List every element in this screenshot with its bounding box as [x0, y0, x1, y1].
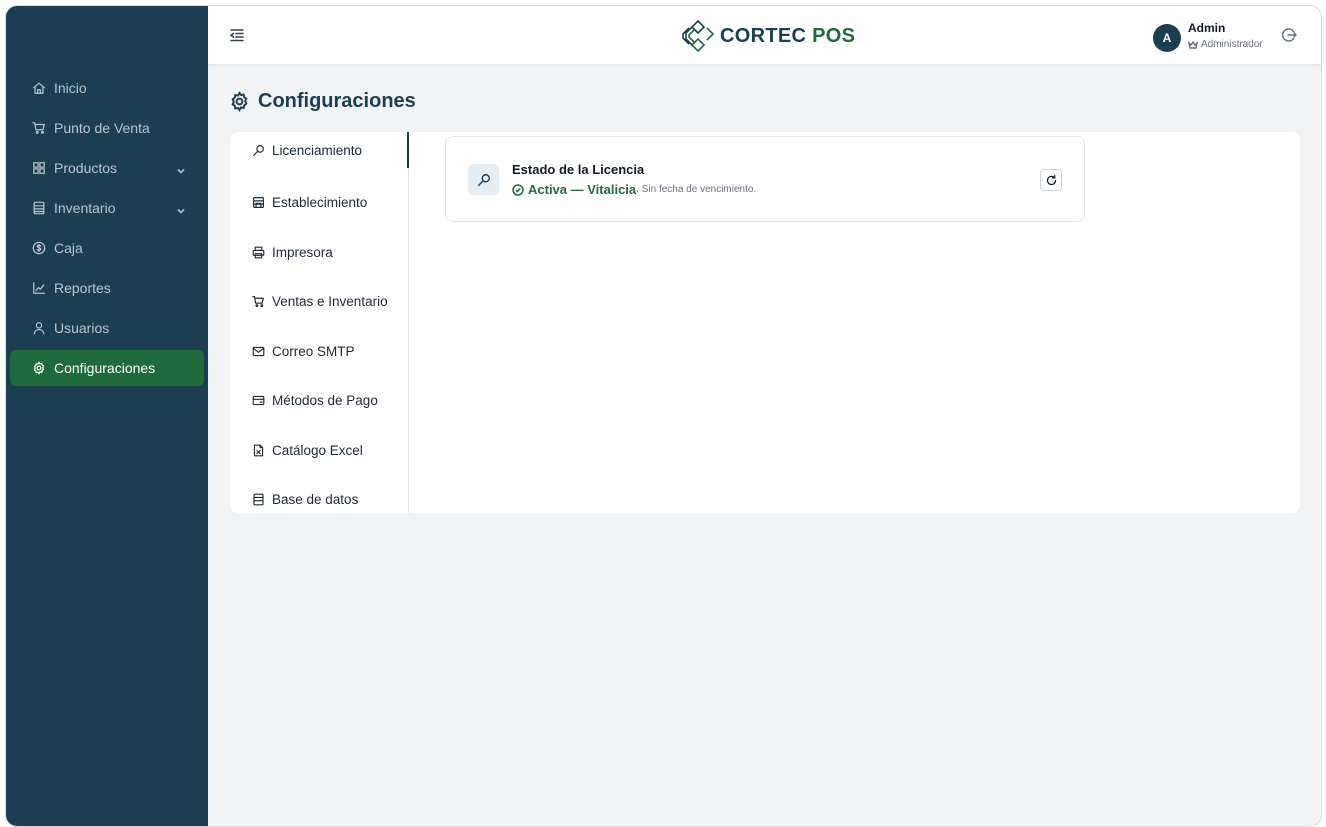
sidebar-item-label: Usuarios: [54, 320, 110, 336]
dollar-circle-icon: [32, 241, 46, 255]
gear-icon: [32, 361, 46, 375]
tab-establecimiento[interactable]: Establecimiento: [230, 178, 408, 228]
database-icon: [252, 493, 265, 506]
page-title-text: Configuraciones: [258, 90, 416, 112]
sidebar-item-caja[interactable]: Caja: [10, 230, 204, 266]
logout-icon: [1281, 28, 1298, 42]
cart-icon: [32, 121, 46, 135]
sidebar-item-label: Inicio: [54, 80, 87, 96]
tab-correo-smtp[interactable]: Correo SMTP: [230, 327, 408, 377]
license-status-card: Estado de la Licencia Activa — Vitalicia…: [445, 136, 1085, 222]
brand-name: CORTEC POS: [720, 25, 855, 48]
excel-file-icon: [252, 444, 265, 457]
user-role: Administrador: [1188, 39, 1263, 50]
license-note: . Sin fecha de vencimiento.: [636, 184, 757, 195]
sidebar-item-usuarios[interactable]: Usuarios: [10, 310, 204, 346]
license-title: Estado de la Licencia: [512, 162, 645, 177]
tab-label: Licenciamiento: [272, 142, 363, 158]
tab-label: Métodos de Pago: [272, 393, 378, 409]
sidebar-item-label: Productos: [54, 160, 118, 176]
sidebar-nav: Inicio Punto de Venta Productos Inventar…: [10, 70, 204, 390]
crown-icon: [1188, 40, 1198, 49]
refresh-icon: [1046, 174, 1056, 185]
credit-card-icon: [252, 394, 265, 407]
store-icon: [252, 196, 265, 209]
brand-logo: CORTEC POS: [680, 18, 855, 54]
tab-label: Catálogo Excel: [272, 442, 363, 458]
cart-icon: [252, 295, 265, 308]
user-icon: [32, 321, 46, 335]
sidebar-item-configuraciones[interactable]: Configuraciones: [10, 350, 204, 386]
sidebar-item-inventario[interactable]: Inventario: [10, 190, 204, 226]
license-badge: [468, 164, 499, 195]
sidebar-item-label: Caja: [54, 240, 83, 256]
top-header: CORTEC POS A Admin Administrador: [208, 6, 1321, 65]
app-window: Inicio Punto de Venta Productos Inventar…: [5, 5, 1322, 827]
sidebar-item-label: Punto de Venta: [54, 120, 150, 136]
gear-icon: [231, 91, 248, 112]
brand-name-part1: CORTEC: [720, 24, 807, 47]
key-icon: [252, 144, 265, 157]
license-status-value: Activa — Vitalicia: [528, 182, 637, 197]
home-icon: [32, 81, 46, 95]
line-chart-icon: [32, 281, 46, 295]
printer-icon: [252, 246, 265, 259]
collapse-menu-icon: [229, 29, 244, 42]
settings-panel: Licenciamiento Establecimiento Impresora…: [230, 132, 1300, 513]
tab-impresora[interactable]: Impresora: [230, 228, 408, 278]
logo-mark-icon: [682, 19, 715, 53]
logout-button[interactable]: [1281, 27, 1299, 45]
list-icon: [32, 201, 46, 215]
refresh-button[interactable]: [1040, 169, 1062, 191]
sidebar-item-label: Configuraciones: [54, 360, 156, 376]
tab-licenciamiento[interactable]: Licenciamiento: [230, 132, 409, 168]
avatar[interactable]: A: [1153, 24, 1181, 52]
tab-label: Base de datos: [272, 492, 359, 508]
key-icon: [477, 173, 490, 186]
grid-icon: [32, 161, 46, 175]
tab-catalogo-excel[interactable]: Catálogo Excel: [230, 426, 408, 476]
sidebar: Inicio Punto de Venta Productos Inventar…: [6, 6, 208, 826]
mail-icon: [252, 345, 265, 358]
sidebar-item-label: Reportes: [54, 280, 111, 296]
sidebar-item-label: Inventario: [54, 200, 116, 216]
tab-label: Ventas e Inventario: [272, 294, 388, 310]
tab-base-de-datos[interactable]: Base de datos: [230, 475, 408, 525]
license-status: Activa — Vitalicia . Sin fecha de vencim…: [512, 182, 756, 197]
chevron-down-icon: [176, 163, 186, 174]
sidebar-item-inicio[interactable]: Inicio: [10, 70, 204, 106]
sidebar-item-productos[interactable]: Productos: [10, 150, 204, 186]
user-role-label: Administrador: [1201, 39, 1263, 50]
settings-nav: Licenciamiento Establecimiento Impresora…: [230, 132, 409, 513]
sidebar-item-reportes[interactable]: Reportes: [10, 270, 204, 306]
menu-toggle-button[interactable]: [228, 26, 246, 44]
tab-metodos-de-pago[interactable]: Métodos de Pago: [230, 376, 408, 426]
tab-label: Impresora: [272, 244, 333, 260]
brand-name-part2: POS: [812, 24, 856, 47]
tab-ventas-inventario[interactable]: Ventas e Inventario: [230, 277, 408, 327]
chevron-down-icon: [176, 203, 186, 214]
sidebar-item-punto-de-venta[interactable]: Punto de Venta: [10, 110, 204, 146]
page-title: Configuraciones: [229, 90, 416, 113]
tab-label: Establecimiento: [272, 195, 368, 211]
tab-label: Correo SMTP: [272, 343, 355, 359]
user-name: Admin: [1188, 21, 1226, 35]
check-circle-icon: [512, 183, 524, 196]
